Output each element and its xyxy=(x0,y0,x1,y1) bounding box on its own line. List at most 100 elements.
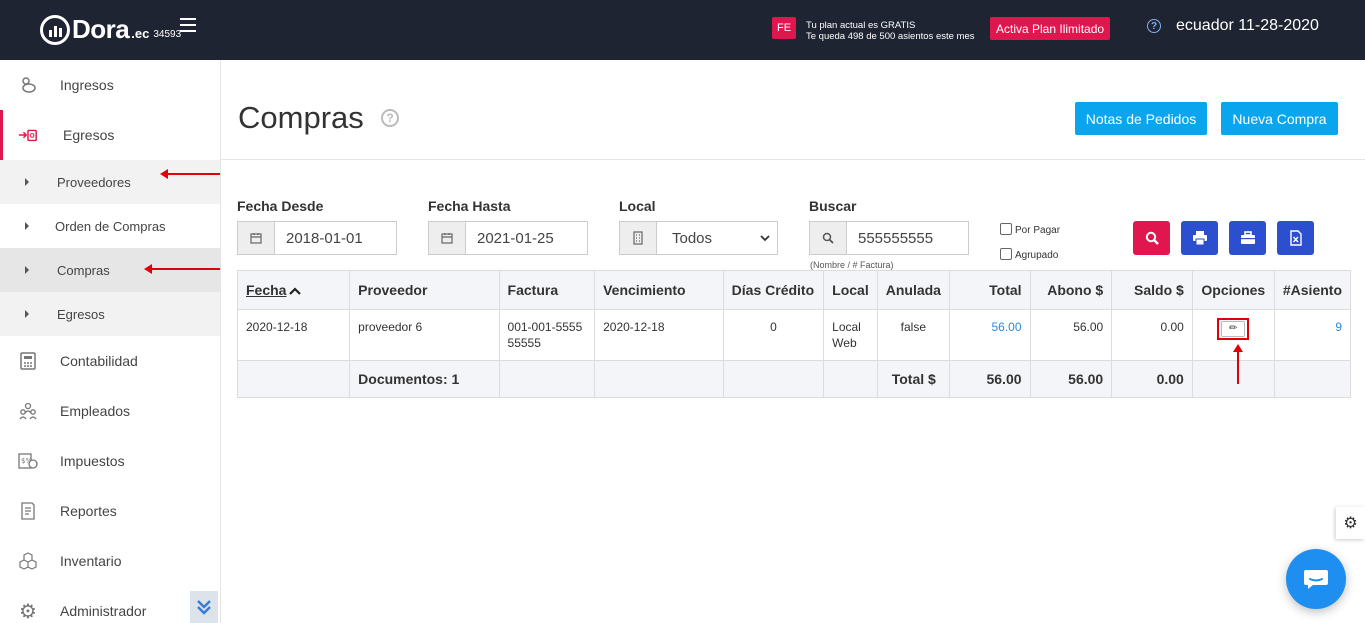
col-dias-credito[interactable]: Días Crédito xyxy=(722,270,825,310)
col-abono[interactable]: Abono $ xyxy=(1029,270,1113,310)
col-proveedor[interactable]: Proveedor xyxy=(349,270,500,310)
tax-icon: $% xyxy=(18,451,38,471)
col-fecha[interactable]: Fecha xyxy=(236,270,351,310)
settings-gear-icon[interactable]: ⚙ xyxy=(1336,507,1365,539)
double-chevron-down-icon[interactable] xyxy=(190,591,218,623)
agrupado-checkbox[interactable]: Agrupado xyxy=(1000,246,1058,261)
gear-icon: ⚙ xyxy=(19,600,37,623)
company-number: 34593 xyxy=(153,29,182,40)
agrupado-label: Agrupado xyxy=(1015,250,1059,261)
asiento-link[interactable]: 9 xyxy=(1335,320,1342,334)
sidebar-item-contabilidad[interactable]: Contabilidad xyxy=(0,336,220,386)
briefcase-button[interactable] xyxy=(1229,221,1266,255)
cell-fecha: 2020-12-18 xyxy=(236,309,351,361)
cell-asiento: 9 xyxy=(1273,309,1352,361)
sidebar-item-label: Impuestos xyxy=(60,453,125,469)
sidebar-item-label: Ingresos xyxy=(60,77,114,93)
cell-factura: 001-001-555555555 xyxy=(498,309,596,361)
table-row: 2020-12-18 proveedor 6 001-001-555555555… xyxy=(236,309,1352,361)
logo-ec: .ec xyxy=(131,26,150,41)
submenu-item-proveedores[interactable]: Proveedores xyxy=(0,160,220,204)
fecha-hasta-input[interactable]: 2021-01-25 xyxy=(428,221,588,255)
sidebar-item-label: Inventario xyxy=(60,553,122,569)
help-icon[interactable]: ? xyxy=(1147,19,1161,33)
cell-opciones: ✏ xyxy=(1191,309,1275,361)
search-hint: (Nombre / # Factura) xyxy=(810,260,894,270)
sidebar-item-ingresos[interactable]: Ingresos xyxy=(0,60,220,110)
caret-right-icon xyxy=(25,310,29,318)
submenu-item-label: Proveedores xyxy=(57,174,131,190)
menu-toggle-icon[interactable] xyxy=(180,18,196,36)
sidebar-item-label: Empleados xyxy=(60,403,131,419)
search-input[interactable]: 555555555 xyxy=(809,221,969,255)
calendar-icon xyxy=(429,222,466,254)
chat-button[interactable] xyxy=(1286,549,1346,609)
search-icon xyxy=(1145,231,1159,245)
col-vencimiento[interactable]: Vencimiento xyxy=(594,270,724,310)
total-link[interactable]: 56.00 xyxy=(992,320,1022,334)
app-logo[interactable]: Dora .ec 34593 xyxy=(40,14,181,45)
calendar-icon xyxy=(238,222,275,254)
people-icon xyxy=(18,401,38,421)
sidebar-item-inventario[interactable]: Inventario xyxy=(0,536,220,586)
sidebar-item-administrador[interactable]: ⚙ Administrador xyxy=(0,586,220,623)
footer-abono: 56.00 xyxy=(1029,360,1113,398)
activate-plan-button[interactable]: Activa Plan Ilimitado xyxy=(990,17,1111,40)
submenu-item-label: Compras xyxy=(57,262,110,278)
chat-icon xyxy=(1304,570,1328,589)
nueva-compra-button[interactable]: Nueva Compra xyxy=(1221,102,1338,135)
edit-button[interactable]: ✏ xyxy=(1217,317,1250,340)
col-opciones: Opciones xyxy=(1191,270,1275,310)
col-factura[interactable]: Factura xyxy=(498,270,596,310)
logo-chart-icon xyxy=(40,14,70,45)
col-total[interactable]: Total xyxy=(948,270,1031,310)
calculator-icon xyxy=(18,351,38,371)
fecha-desde-input[interactable]: 2018-01-01 xyxy=(237,221,397,255)
cell-local: Local Web xyxy=(823,309,878,361)
sidebar-item-reportes[interactable]: Reportes xyxy=(0,486,220,536)
por-pagar-checkbox[interactable]: Por Pagar xyxy=(1000,221,1060,236)
caret-right-icon xyxy=(25,222,29,230)
local-select[interactable]: Todos xyxy=(619,221,778,255)
col-local[interactable]: Local xyxy=(823,270,878,310)
submenu-item-compras[interactable]: Compras xyxy=(0,248,220,292)
col-anulada[interactable]: Anulada xyxy=(876,270,950,310)
checkbox-box[interactable] xyxy=(1000,247,1012,260)
checkbox-box[interactable] xyxy=(1000,222,1012,235)
help-icon[interactable]: ? xyxy=(381,109,399,127)
purchases-table: Fecha Proveedor Factura Vencimiento Días… xyxy=(236,270,1352,398)
col-asiento[interactable]: #Asiento xyxy=(1273,270,1352,310)
sidebar-item-egresos[interactable]: Egresos xyxy=(0,110,220,160)
user-info[interactable]: ecuador 11-28-2020 xyxy=(1176,17,1319,35)
cell-anulada: false xyxy=(876,309,950,361)
building-icon xyxy=(620,222,657,254)
notas-pedidos-button[interactable]: Notas de Pedidos xyxy=(1075,102,1207,135)
sidebar-item-label: Egresos xyxy=(63,127,115,143)
chevron-down-icon xyxy=(753,222,777,254)
submenu-item-egresos[interactable]: Egresos xyxy=(0,292,220,336)
print-button[interactable] xyxy=(1181,221,1218,255)
col-saldo[interactable]: Saldo $ xyxy=(1111,270,1193,310)
pencil-icon: ✏ xyxy=(1221,320,1246,337)
sidebar-item-impuestos[interactable]: $% Impuestos xyxy=(0,436,220,486)
submenu-item-label: Egresos xyxy=(57,306,105,322)
sidebar-item-label: Administrador xyxy=(60,603,147,619)
sort-up-icon xyxy=(289,282,302,298)
sidebar-item-empleados[interactable]: Empleados xyxy=(0,386,220,436)
fecha-desde-value: 2018-01-01 xyxy=(286,229,363,247)
local-label: Local xyxy=(619,198,656,214)
plan-line-1: Tu plan actual es GRATIS xyxy=(806,20,916,31)
col-fecha-label: Fecha xyxy=(246,282,287,298)
documents-count: Documentos: 1 xyxy=(349,360,500,398)
footer-saldo: 0.00 xyxy=(1111,360,1193,398)
money-out-icon xyxy=(18,125,38,145)
excel-export-button[interactable] xyxy=(1277,221,1314,255)
submenu-item-orden-compras[interactable]: Orden de Compras xyxy=(0,204,220,248)
por-pagar-label: Por Pagar xyxy=(1015,225,1061,236)
search-button[interactable] xyxy=(1133,221,1170,255)
boxes-icon xyxy=(18,551,38,571)
plan-info: Tu plan actual es GRATIS Te queda 498 de… xyxy=(806,20,974,42)
local-value: Todos xyxy=(672,229,713,247)
print-icon xyxy=(1192,231,1207,245)
fecha-hasta-label: Fecha Hasta xyxy=(428,198,511,214)
